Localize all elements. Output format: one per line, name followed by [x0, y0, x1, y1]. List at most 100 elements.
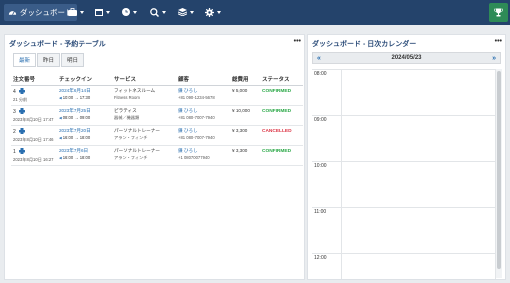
service-name: ピラティス [114, 107, 137, 113]
hour-line [312, 253, 496, 254]
tab-latest[interactable]: 最新 [13, 53, 37, 67]
customer-phone: +81 080-7007-7940 [178, 134, 215, 140]
top-navbar: ダッシュボード [0, 0, 510, 25]
reservation-table-panel: ダッシュボード - 予約テーブル ••• 最新 昨日 明日 注文番号 チェックイ… [4, 34, 305, 280]
order-created: 2023年8月10日 17:47 [13, 116, 54, 122]
service-sub: 器械／機器類 [114, 114, 140, 120]
chevron-down-icon [190, 10, 194, 14]
total-cost: ¥ 5,000 [232, 87, 248, 93]
table-header-row: 注文番号 チェックイン サービス 顧客 総費用 ステータス [11, 73, 303, 86]
nav-layers[interactable] [178, 8, 194, 16]
status-badge: CANCELLED [262, 128, 292, 134]
column-header-total: 総費用 [230, 73, 260, 86]
order-id[interactable]: 1 [13, 149, 16, 155]
prev-day-button[interactable]: « [317, 55, 321, 62]
panel-menu-button[interactable]: ••• [294, 38, 301, 45]
order-id[interactable]: 3 [13, 109, 16, 115]
hour-line [312, 115, 496, 116]
next-day-button[interactable]: » [492, 55, 496, 62]
hour-label: 10:00 [314, 163, 327, 169]
hour-line [312, 161, 496, 162]
chevron-down-icon [162, 11, 166, 14]
nav-calendar[interactable] [95, 8, 110, 16]
calendar-date: 2024/05/23 [391, 55, 422, 61]
column-header-customer: 顧客 [176, 73, 230, 86]
checkin-time: 16:00 → 18:00 [59, 135, 110, 140]
total-cost: ¥ 3,300 [232, 127, 248, 133]
customer-link[interactable]: 鎌 ひろし [178, 108, 198, 113]
order-id[interactable]: 2 [13, 129, 16, 135]
layers-icon [178, 8, 187, 16]
daily-calendar-panel: ダッシュボード - 日次カレンダー ••• « 2024/05/23 » 08:… [307, 34, 506, 280]
gear-icon [205, 8, 214, 17]
panel-title: ダッシュボード - 予約テーブル [9, 41, 106, 48]
print-icon[interactable] [18, 107, 25, 116]
column-header-status: ステータス [260, 73, 303, 86]
order-id[interactable]: 4 [13, 89, 16, 95]
order-created: 21 分前 [13, 96, 28, 102]
print-icon[interactable] [18, 127, 25, 136]
hour-label: 12:00 [314, 255, 327, 261]
dashboard-icon [8, 8, 17, 18]
calendar-icon [95, 8, 103, 16]
nav-settings[interactable] [205, 8, 221, 17]
calendar-scrollbar[interactable] [496, 69, 502, 278]
service-name: パーソナルトレーナー [114, 127, 160, 133]
hour-line [312, 207, 496, 208]
dashboard-label: ダッシュボード [20, 8, 73, 17]
nav-clock[interactable] [122, 8, 137, 16]
customer-phone: +81 080-7007-7940 [178, 114, 215, 120]
order-created: 2023年8月10日 17:46 [13, 136, 54, 142]
service-name: フィットネスルーム [114, 87, 156, 93]
order-created: 2023年8月10日 16:27 [13, 156, 54, 162]
checkin-date-link[interactable]: 2023年7月20日 [59, 128, 91, 133]
column-header-checkin: チェックイン [57, 73, 112, 86]
service-name: パーソナルトレーナー [114, 147, 160, 153]
table-row[interactable]: 2 2023年8月10日 17:46 2023年7月20日 16:00 → 18:… [11, 125, 303, 146]
customer-link[interactable]: 鎌 ひろし [178, 88, 198, 93]
service-sub: アラン・フィンチ [114, 154, 148, 160]
customer-phone: +81 090-1234-5678 [178, 94, 215, 100]
table-row[interactable]: 1 2023年8月10日 16:27 2023年7月6日 16:00 → 18:0… [11, 145, 303, 166]
print-icon[interactable] [18, 147, 25, 156]
chevron-down-icon [133, 10, 137, 14]
checkin-date-link[interactable]: 2023年7月25日 [59, 108, 91, 113]
checkin-date-link[interactable]: 2023年7月6日 [59, 148, 88, 153]
table-row[interactable]: 4 21 分前 2024年6月14日 10:00 → 17:30 フィットネスルー… [11, 85, 303, 106]
scrollbar-thumb[interactable] [497, 71, 501, 269]
checkin-date-link[interactable]: 2024年6月14日 [59, 88, 91, 93]
clock-icon [122, 8, 130, 16]
checkin-time: 16:00 → 18:00 [59, 155, 110, 160]
trophy-button[interactable] [489, 3, 508, 22]
tab-yesterday[interactable]: 昨日 [37, 53, 61, 67]
checkin-time: 10:00 → 17:30 [59, 95, 110, 100]
total-cost: ¥ 3,300 [232, 147, 248, 153]
dashboard-button[interactable]: ダッシュボード [4, 4, 77, 21]
total-cost: ¥ 10,000 [232, 107, 250, 113]
panel-menu-button[interactable]: ••• [495, 38, 502, 45]
chevron-down-icon [217, 11, 221, 14]
hour-line [312, 69, 496, 70]
nav-briefcase[interactable] [68, 8, 84, 16]
service-sub: Fitness Room [114, 94, 140, 100]
chevron-down-icon [106, 10, 110, 14]
tab-tomorrow[interactable]: 明日 [61, 53, 85, 67]
hour-label: 08:00 [314, 71, 327, 77]
trophy-icon [494, 4, 503, 22]
day-column[interactable] [341, 69, 496, 279]
customer-link[interactable]: 鎌 ひろし [178, 128, 198, 133]
table-row[interactable]: 3 2023年8月10日 17:47 2023年7月25日 08:00 → 09:… [11, 105, 303, 126]
checkin-time: 08:00 → 09:00 [59, 115, 110, 120]
date-tabs: 最新 昨日 明日 [13, 53, 85, 67]
column-header-order: 注文番号 [11, 73, 57, 86]
print-icon[interactable] [18, 87, 25, 96]
calendar-grid[interactable]: 08:00 09:00 10:00 11:00 12:00 [312, 69, 496, 279]
status-badge: CONFIRMED [262, 88, 292, 94]
status-badge: CONFIRMED [262, 108, 292, 114]
hour-label: 09:00 [314, 117, 327, 123]
reservation-table: 注文番号 チェックイン サービス 顧客 総費用 ステータス 4 21 分前 20… [11, 73, 303, 166]
chevron-down-icon [80, 10, 84, 14]
nav-zoom[interactable] [150, 8, 166, 17]
customer-phone: +1 08070077940 [178, 154, 210, 160]
customer-link[interactable]: 鎌 ひろし [178, 148, 198, 153]
